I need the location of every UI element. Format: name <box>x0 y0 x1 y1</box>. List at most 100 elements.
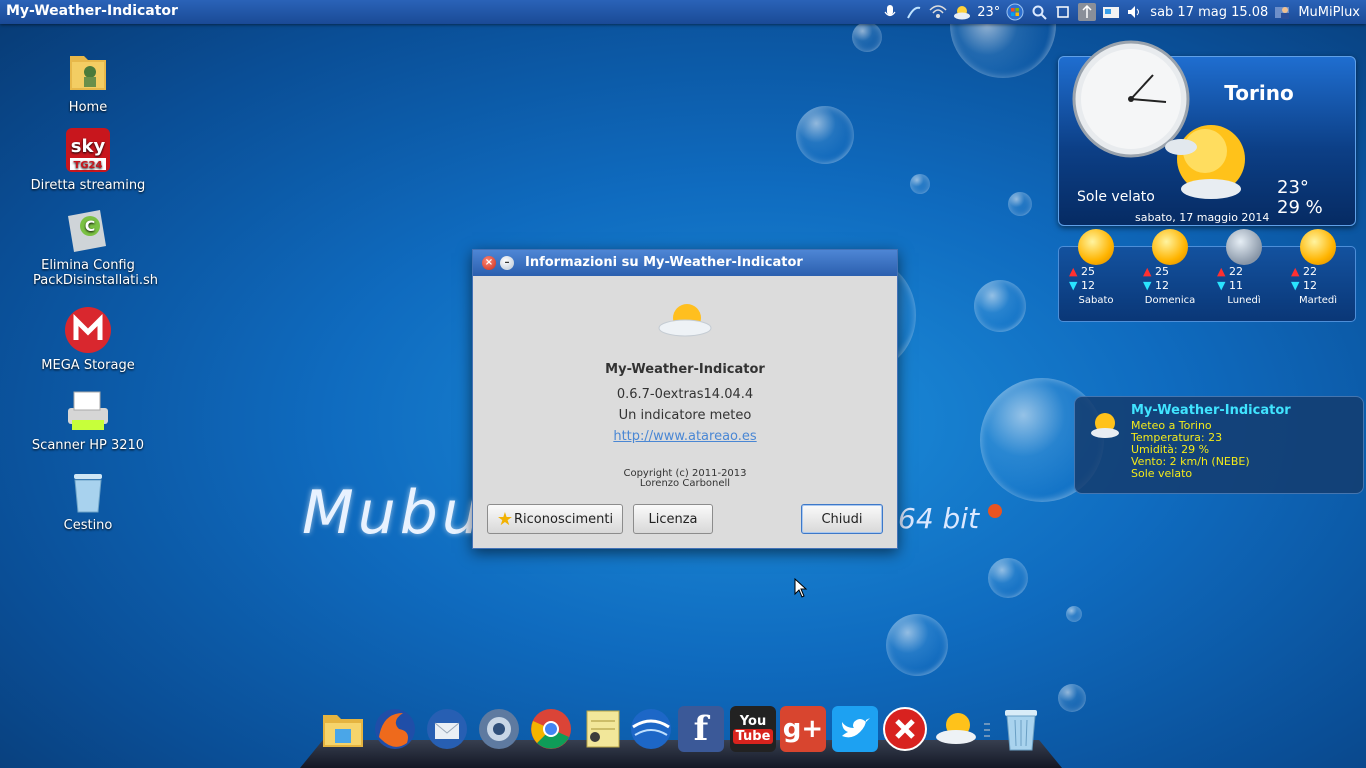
forecast-low: 12 <box>1154 279 1169 292</box>
dialog-title: Informazioni su My-Weather-Indicator <box>525 255 803 270</box>
close-button[interactable]: Chiudi <box>801 504 883 534</box>
bubble <box>988 558 1028 598</box>
desktop-icon-trash[interactable]: Cestino <box>13 466 163 533</box>
desktop-icon-label: Diretta streaming <box>30 178 146 193</box>
active-app-title: My-Weather-Indicator <box>6 3 178 19</box>
minimize-icon[interactable]: – <box>500 256 514 270</box>
youtube-icon[interactable]: You Tube <box>730 706 776 752</box>
ubuntu-logo-icon <box>987 504 1002 518</box>
facebook-icon[interactable]: f <box>678 706 724 752</box>
desktop-icon-mega[interactable]: MEGA Storage <box>13 306 163 373</box>
files-icon[interactable] <box>320 706 366 752</box>
desktop-icon-scanner[interactable]: Scanner HP 3210 <box>13 386 163 453</box>
scanner-icon <box>68 391 108 430</box>
desktop-logo-suffix-text: 64 bit <box>898 502 980 535</box>
bubble <box>1008 192 1032 216</box>
bubble <box>910 174 930 194</box>
desktop-icon-label: Elimina Config PackDisinstallati.sh <box>33 258 159 288</box>
panel-temperature[interactable]: 23° <box>977 5 1000 20</box>
chrome-icon[interactable] <box>528 706 574 752</box>
forecast-day-name: Lunedì <box>1227 295 1261 306</box>
google-plus-label: g+ <box>782 714 824 744</box>
firefox-icon[interactable] <box>372 706 418 752</box>
dialog-author: Lorenzo Carbonell <box>639 478 731 489</box>
app-weather-icon <box>658 304 712 337</box>
desktop-icon-sky-tg24[interactable]: sky TG24 Diretta streaming <box>13 126 163 193</box>
arrow-down-icon: ▼ <box>1143 279 1152 292</box>
forecast-high: 25 <box>1154 265 1169 278</box>
svg-text:sky: sky <box>71 136 106 157</box>
volume-icon[interactable] <box>1126 3 1144 21</box>
windows-icon[interactable] <box>1006 3 1024 21</box>
panel-clock[interactable]: sab 17 mag 15.08 <box>1150 5 1268 20</box>
forecast-day: ▲ 22 ▼ 12 Martedì <box>1281 229 1355 321</box>
cleaner-icon: C <box>68 210 106 252</box>
youtube-label-top: You <box>739 714 767 729</box>
license-button[interactable]: Licenza <box>633 504 713 534</box>
desktop-logo-suffix: 64 bit <box>898 502 1002 535</box>
mouse-cursor-icon <box>794 578 808 598</box>
trash-icon[interactable] <box>998 706 1044 752</box>
notification-title: My-Weather-Indicator <box>1131 403 1291 418</box>
sun-icon <box>1152 229 1188 265</box>
partly-cloudy-icon <box>1300 229 1336 265</box>
partly-cloudy-icon <box>1091 413 1119 438</box>
trash-icon <box>74 474 102 513</box>
dialog-website-link[interactable]: http://www.atareao.es <box>613 429 756 444</box>
weather-condition: Sole velato <box>1077 189 1155 205</box>
network-icon[interactable] <box>905 3 923 21</box>
thunderbird-icon[interactable] <box>424 706 470 752</box>
credits-button[interactable]: ★ Riconoscimenti <box>487 504 623 534</box>
forecast-high: 25 <box>1080 265 1095 278</box>
close-button-label: Chiudi <box>821 511 863 527</box>
arrow-up-icon: ▲ <box>1069 265 1078 278</box>
notes-icon[interactable] <box>1102 3 1120 21</box>
google-earth-icon[interactable] <box>628 706 674 752</box>
google-plus-icon[interactable]: g+ <box>780 706 826 752</box>
youtube-label-bottom: Tube <box>732 729 774 744</box>
bubble <box>1058 684 1086 712</box>
close-app-icon[interactable] <box>882 706 928 752</box>
weather-humidity: 29 % <box>1277 197 1323 218</box>
bubble <box>852 22 882 52</box>
panel-username[interactable]: MuMiPlux <box>1298 5 1360 20</box>
svg-text:C: C <box>85 219 95 235</box>
dialog-version: 0.6.7-0extras14.04.4 <box>616 387 754 402</box>
home-folder-icon <box>70 56 106 90</box>
bubble <box>974 280 1026 332</box>
desktop-icon-cleaner[interactable]: C Elimina Config PackDisinstallati.sh <box>13 206 163 288</box>
desktop-icon-home[interactable]: Home <box>13 48 163 115</box>
forecast-low: 12 <box>1080 279 1095 292</box>
search-icon[interactable] <box>1030 3 1048 21</box>
twitter-icon[interactable] <box>832 706 878 752</box>
screenshot-icon[interactable] <box>1054 3 1072 21</box>
user-icon[interactable] <box>1274 3 1292 21</box>
forecast-day-name: Domenica <box>1144 295 1196 306</box>
arrow-up-icon: ▲ <box>1217 265 1226 278</box>
weather-date: sabato, 17 maggio 2014 <box>1135 211 1270 224</box>
forecast-day: ▲ 22 ▼ 11 Lunedì <box>1207 229 1281 321</box>
notes-icon[interactable] <box>580 706 626 752</box>
wireless-icon[interactable] <box>929 3 947 21</box>
desktop-icon-label: Home <box>68 100 108 115</box>
weather-notification[interactable]: My-Weather-Indicator Meteo a Torino Temp… <box>1074 396 1364 494</box>
dialog-titlebar[interactable]: × – Informazioni su My-Weather-Indicator <box>473 250 897 276</box>
dialog-link-row: http://www.atareao.es <box>473 429 897 444</box>
bubble <box>886 614 948 676</box>
bubble <box>796 106 854 164</box>
svg-text:TG24: TG24 <box>74 160 103 171</box>
weather-icon[interactable] <box>953 3 971 21</box>
forecast-day-name: Martedì <box>1298 295 1338 306</box>
microphone-icon[interactable] <box>881 3 899 21</box>
credits-button-label: Riconoscimenti <box>514 511 614 527</box>
update-icon[interactable] <box>1078 3 1097 21</box>
forecast-low: 11 <box>1228 279 1243 292</box>
weather-icon[interactable] <box>934 706 980 752</box>
mega-icon <box>65 307 111 353</box>
forecast-day: ▲ 25 ▼ 12 Sabato <box>1059 229 1133 321</box>
close-icon[interactable]: × <box>482 256 496 270</box>
forecast-widget[interactable]: ▲ 25 ▼ 12 Sabato ▲ 25 ▼ 12 Domenica ▲ 22… <box>1058 229 1356 322</box>
about-dialog: × – Informazioni su My-Weather-Indicator… <box>472 249 898 549</box>
browser-icon[interactable] <box>476 706 522 752</box>
weather-widget[interactable]: Torino Sole velato 23° 29 % sabato, 17 m… <box>1058 40 1356 226</box>
